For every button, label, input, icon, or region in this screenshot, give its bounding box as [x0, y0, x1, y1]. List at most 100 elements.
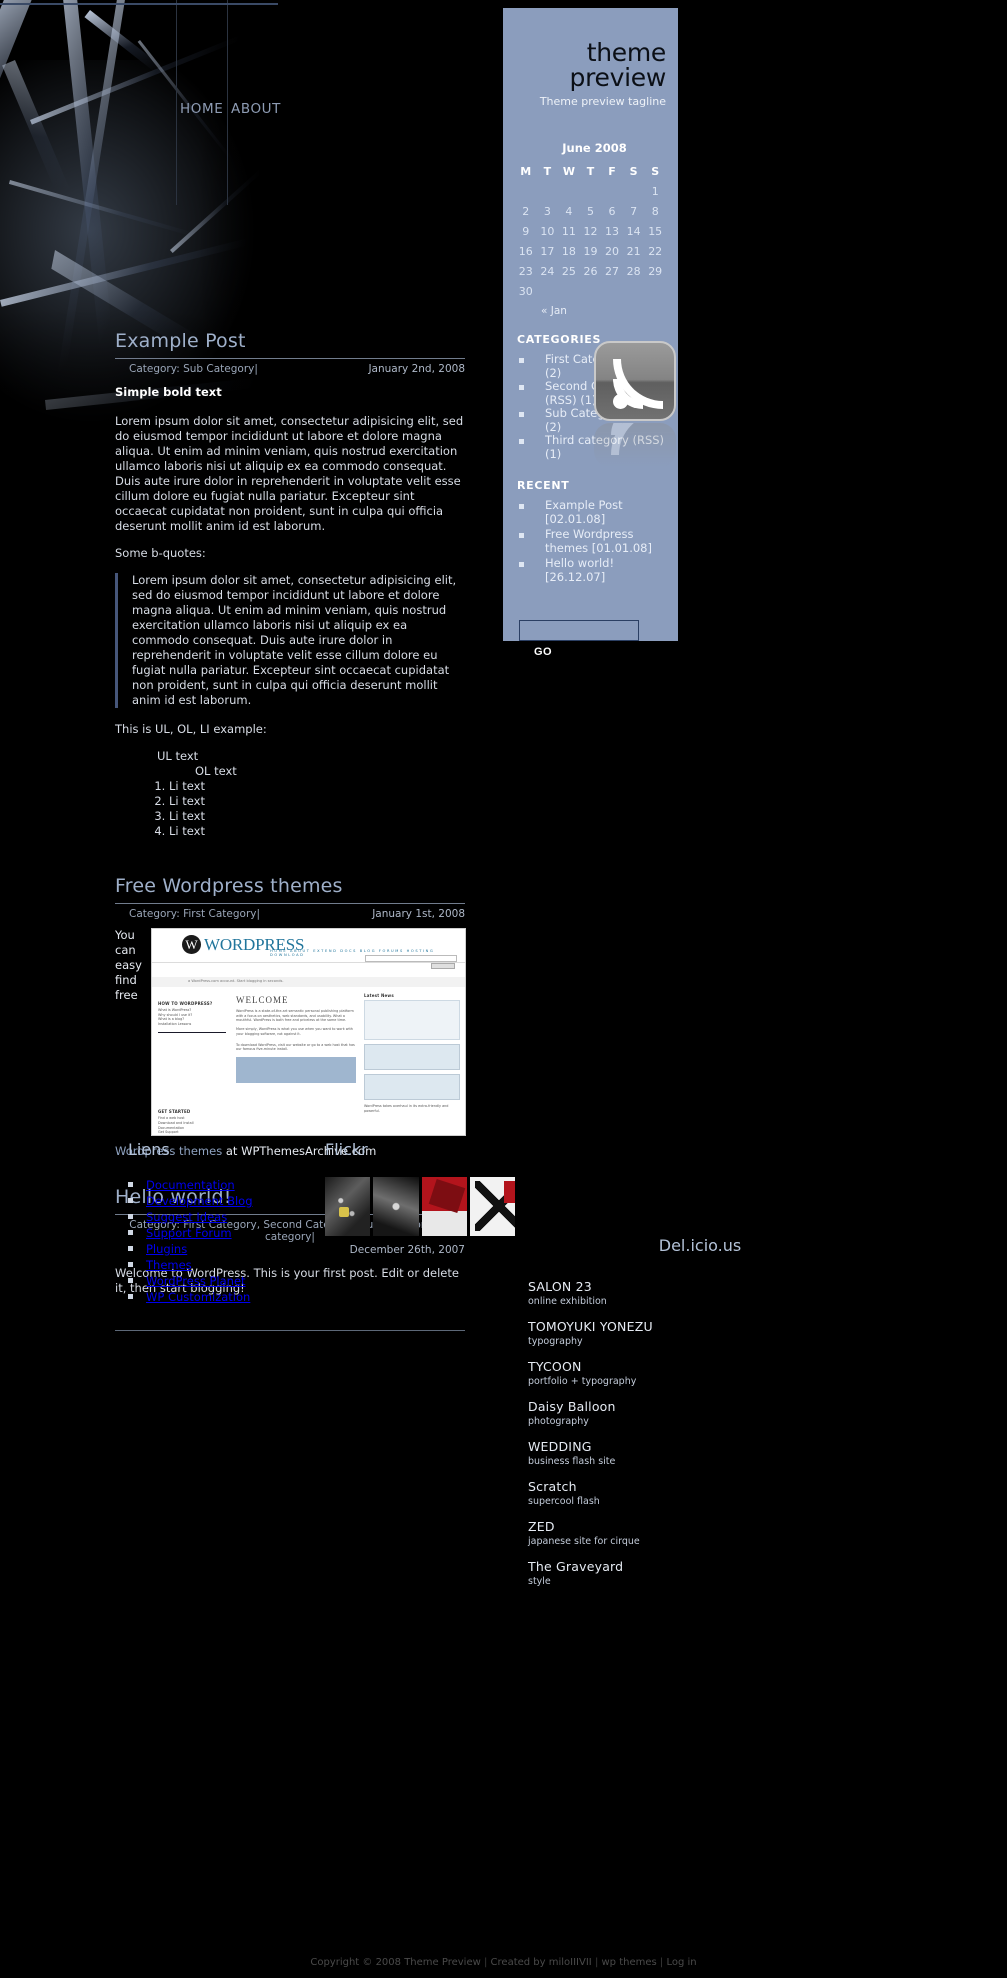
flickr-thumbnail[interactable] [421, 1177, 467, 1236]
search-input[interactable] [519, 620, 639, 641]
wp-themes-link[interactable]: wp themes [602, 1957, 657, 1968]
recent-posts-widget: RECENT Example Post [02.01.08] Free Wordp… [515, 479, 666, 584]
bullet-icon [519, 412, 524, 417]
calendar-day: 29 [648, 264, 663, 278]
liens-list-item: WordPress Planet [128, 1273, 318, 1289]
calendar-weekday: T [543, 165, 552, 178]
delicious-item-title[interactable]: Scratch [528, 1479, 900, 1494]
category-link[interactable]: Second Category (RSS) (1) [545, 379, 644, 407]
delicious-list-item: Scratch supercool flash [528, 1479, 900, 1507]
recent-post-link[interactable]: Hello world! [26.12.07] [545, 556, 614, 584]
delicious-list-item: ZED japanese site for cirque [528, 1519, 900, 1547]
category-link[interactable]: First Category (RSS) (2) [545, 352, 661, 380]
calendar-week: 9 10 11 12 13 14 15 [515, 221, 666, 241]
wordpress-get-started-items: Find a web host Download and Install Doc… [158, 1116, 194, 1135]
wordpress-get-started-head: GET STARTED [158, 1109, 191, 1115]
calendar-day: 1 [651, 184, 659, 198]
liens-list-item: WP Customization [128, 1289, 318, 1305]
bullet-icon [519, 358, 524, 363]
liens-link[interactable]: WordPress Planet [146, 1274, 246, 1288]
recent-post-link[interactable]: Example Post [02.01.08] [545, 498, 623, 526]
calendar-day: 4 [565, 204, 573, 218]
calendar-caption: June 2008 [562, 141, 627, 155]
wordpress-banner: a WordPress.com account. Start blogging … [152, 977, 465, 987]
post-date: January 2nd, 2008 [368, 363, 465, 375]
copyright-text: Copyright © 2008 Theme Preview [310, 1957, 481, 1968]
delicious-item-title[interactable]: TOMOYUKI YONEZU [528, 1319, 900, 1334]
calendar-day: 15 [648, 224, 663, 238]
flickr-thumbnail[interactable] [469, 1177, 515, 1236]
calendar-day: 24 [540, 264, 555, 278]
wordpress-welcome-text: WordPress is a state-of-the-art semantic… [236, 1009, 354, 1036]
recent-post-link[interactable]: Free Wordpress themes [01.01.08] [545, 527, 652, 555]
site-title[interactable]: theme preview [515, 40, 667, 90]
liens-link[interactable]: Development Blog [146, 1194, 253, 1208]
liens-link[interactable]: Themes [146, 1258, 192, 1272]
category-link[interactable]: Third category (RSS) (1) [545, 433, 664, 461]
delicious-item-title[interactable]: WEDDING [528, 1439, 900, 1454]
calendar-weekday: S [651, 165, 660, 178]
liens-link[interactable]: Suggest Ideas [146, 1210, 227, 1224]
category-link[interactable]: Sub Category (RSS) (2) [545, 406, 658, 434]
main-content: Example Post Category: Sub Category| Jan… [0, 0, 503, 1331]
search-form[interactable]: GO [515, 620, 666, 660]
flickr-thumbnail[interactable] [325, 1177, 371, 1236]
post-title-link[interactable]: Free Wordpress themes [115, 875, 343, 897]
calendar-empty-cell [623, 181, 645, 201]
list-item: Li text [169, 794, 465, 809]
post-blockquote: Lorem ipsum dolor sit amet, consectetur … [115, 573, 465, 708]
liens-link[interactable]: Support Forum [146, 1226, 232, 1240]
calendar-prev-link[interactable]: « Jan [515, 305, 666, 317]
delicious-item-title[interactable]: TYCOON [528, 1359, 900, 1374]
nav-item-home[interactable]: HOME [180, 101, 223, 117]
calendar-day: 27 [605, 264, 620, 278]
post-categories[interactable]: Category: First Category [115, 908, 256, 920]
sidebar: theme preview Theme preview tagline June… [503, 8, 678, 658]
wordpress-homepage-screenshot[interactable]: W WORDPRESS HOME ABOUT EXTEND DOCS BLOG … [151, 928, 466, 1136]
post-screenshot-block: You can easy find free W WORDPRESS HOME … [115, 928, 466, 1158]
calendar-empty-cell [537, 281, 559, 301]
list-item: Li text [169, 824, 465, 839]
liens-link[interactable]: Plugins [146, 1242, 187, 1256]
calendar-day: 10 [540, 224, 555, 238]
delicious-list-item: TOMOYUKI YONEZU typography [528, 1319, 900, 1347]
post-list-demo: UL text OL text Li textLi textLi textLi … [115, 749, 465, 839]
wordpress-col-left-items: What is WordPress? Why should I use it? … [158, 1008, 193, 1026]
liens-link[interactable]: WP Customization [146, 1290, 250, 1304]
post-title-link[interactable]: Example Post [115, 330, 246, 352]
calendar-day: 23 [518, 264, 533, 278]
footer-divider [115, 1330, 465, 1331]
recent-title: RECENT [517, 479, 570, 492]
calendar-empty-cell [558, 181, 580, 201]
calendar-empty-cell [623, 281, 645, 301]
liens-list-item: Documentation [128, 1177, 318, 1193]
flickr-thumbnail[interactable] [373, 1177, 419, 1236]
post-categories[interactable]: Category: Sub Category [115, 363, 254, 375]
calendar-day: 3 [543, 204, 551, 218]
delicious-item-title[interactable]: ZED [528, 1519, 900, 1534]
delicious-list-item: WEDDING business flash site [528, 1439, 900, 1467]
delicious-item-description: japanese site for cirque [528, 1536, 640, 1547]
calendar-day: 22 [648, 244, 663, 258]
liens-link[interactable]: Documentation [146, 1178, 235, 1192]
bullet-icon [519, 439, 524, 444]
calendar-week: 16 17 18 19 20 21 22 [515, 241, 666, 261]
delicious-list-item: The Graveyard style [528, 1559, 900, 1587]
login-link[interactable]: Log in [666, 1957, 696, 1968]
ordered-list: Li textLi textLi textLi text [139, 779, 465, 839]
delicious-item-title[interactable]: Daisy Balloon [528, 1399, 900, 1414]
nav-item-about[interactable]: ABOUT [231, 101, 281, 117]
wordpress-welcome-footer: To download WordPress, visit our website… [236, 1042, 355, 1052]
post-title[interactable]: Example Post [115, 330, 465, 352]
calendar-empty-cell [601, 181, 623, 201]
search-submit-button[interactable]: GO [528, 645, 558, 659]
calendar-week: 1 [515, 181, 666, 201]
delicious-item-title[interactable]: SALON 23 [528, 1279, 900, 1294]
liens-title: Liens [128, 1140, 170, 1159]
post-title[interactable]: Free Wordpress themes [115, 875, 465, 897]
bottom-copyright-bar: Copyright © 2008 Theme Preview | Created… [0, 1948, 1007, 1978]
calendar-empty-cell [558, 281, 580, 301]
calendar-day: 16 [518, 244, 533, 258]
delicious-item-title[interactable]: The Graveyard [528, 1559, 900, 1574]
bullet-icon [128, 1230, 133, 1235]
